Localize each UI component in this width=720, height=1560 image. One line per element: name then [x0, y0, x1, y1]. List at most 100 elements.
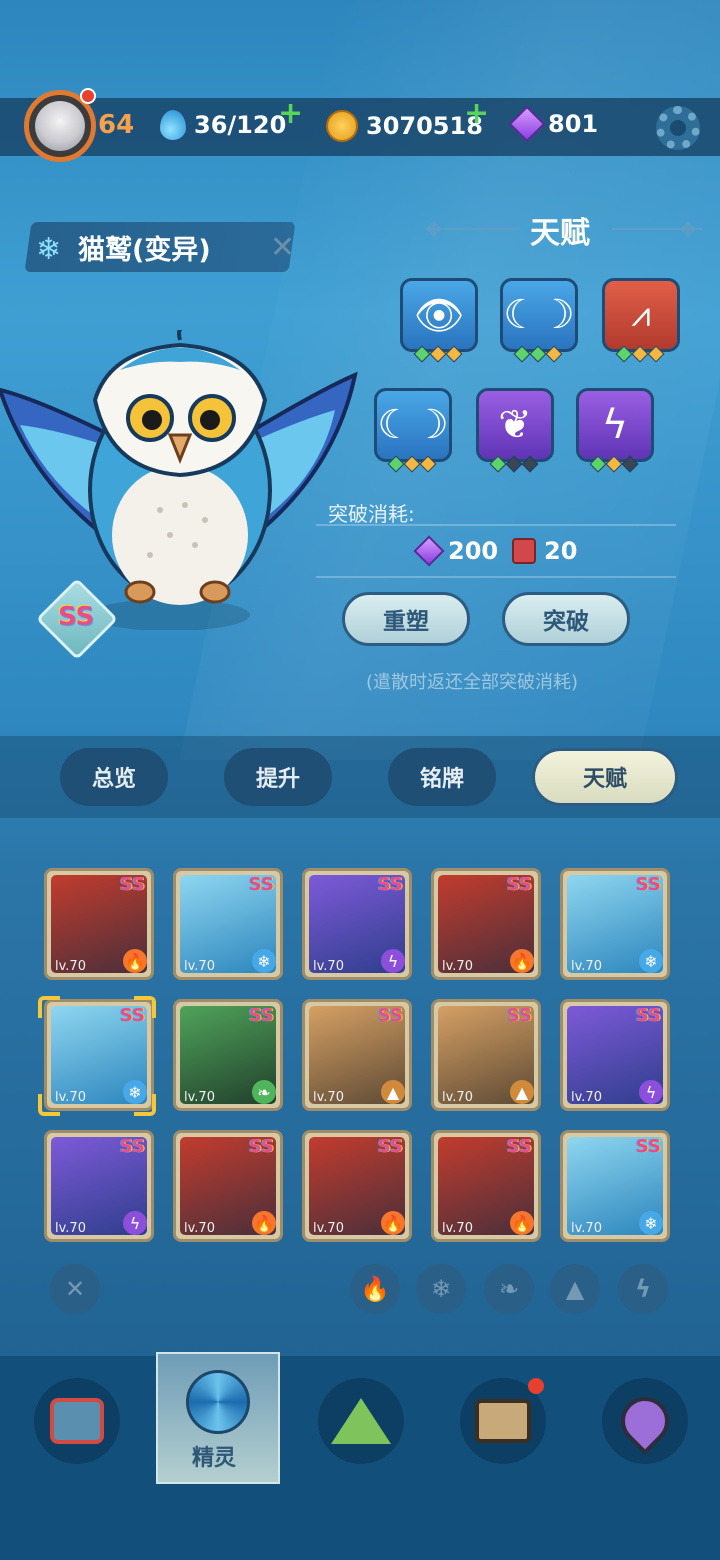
gem-value: 801 [548, 110, 599, 138]
tab-overview[interactable]: 总览 [60, 748, 168, 806]
skill-pips [589, 455, 639, 473]
filter-leaf-button[interactable]: ❧ [484, 1264, 534, 1314]
divider [316, 524, 676, 526]
gem-cost-value: 200 [448, 537, 499, 565]
talent-skill-bolt[interactable]: ϟ [576, 388, 654, 462]
clear-filter-button[interactable]: ✕ [50, 1264, 100, 1314]
spirit-level: lv.70 [571, 959, 602, 974]
mountain-icon [331, 1398, 391, 1444]
stamina-resource[interactable]: 36/120 + [160, 96, 303, 140]
rank-badge: SS [248, 874, 274, 895]
settings-gear-icon[interactable] [656, 106, 700, 150]
divider [316, 576, 676, 578]
spirit-card-purple-dragon[interactable]: SS lv.70 ϟ [44, 1130, 154, 1242]
reset-button[interactable]: 重塑 [342, 592, 470, 646]
spirit-card-red-dragon-2[interactable]: SS lv.70 🔥 [431, 1130, 541, 1242]
selection-corner [38, 996, 60, 1018]
spirit-level: lv.70 [184, 959, 215, 974]
ice-element-icon: ❄ [639, 1211, 663, 1235]
talent-skill-moons-2[interactable]: ☾☽ [374, 388, 452, 462]
spirit-card-crane[interactable]: SS lv.70 ❄ [173, 868, 283, 980]
spirit-card-red-dragon[interactable]: SS lv.70 🔥 [431, 868, 541, 980]
ornament-left-icon: ❖ [424, 218, 444, 243]
avatar-face [35, 101, 85, 151]
rank-badge: SS [635, 1005, 661, 1026]
talent-skill-wings[interactable]: ❦ [476, 388, 554, 462]
add-coins-icon[interactable]: + [464, 96, 489, 131]
purple-gem-icon [413, 535, 445, 567]
water-drop-icon [160, 110, 186, 140]
spirit-level: lv.70 [313, 959, 344, 974]
gem-cost: 200 [413, 535, 499, 567]
purple-gem-icon [508, 105, 546, 143]
spirit-name: 猫鹫(变异) [78, 235, 211, 266]
bolt-element-icon: ϟ [381, 949, 405, 973]
location-pin-icon [611, 1387, 679, 1455]
coin-resource[interactable]: 3070518 + [326, 96, 489, 142]
tab-talent[interactable]: 天赋 [532, 748, 678, 806]
book-cost: 20 [512, 537, 577, 565]
talent-skill-fang[interactable]: ⩘ [602, 278, 680, 352]
bolt-element-icon: ϟ [123, 1211, 147, 1235]
talent-skill-eye[interactable]: 👁 [400, 278, 478, 352]
player-level: 64 [98, 110, 135, 140]
spirit-level: lv.70 [313, 1221, 344, 1236]
spirit-card-ice-rabbit[interactable]: SS lv.70 ❄ [560, 868, 670, 980]
talent-skill-moons[interactable]: ☾☽ [500, 278, 578, 352]
spirit-card-clay-mask[interactable]: SS lv.70 ▲ [302, 999, 412, 1111]
talent-book-icon [512, 538, 536, 564]
nav-spirits-label[interactable]: 精灵 [192, 1440, 236, 1472]
spirit-card-fire-imp[interactable]: SS lv.70 🔥 [173, 1130, 283, 1242]
rock-element-icon: ▲ [510, 1080, 534, 1104]
selection-corner [38, 1094, 60, 1116]
book-cost-value: 20 [544, 537, 578, 565]
fire-icon: 🔥 [360, 1275, 390, 1303]
nav-location[interactable] [602, 1378, 688, 1464]
rank-badge: SS [506, 1005, 532, 1026]
spirits-aperture-icon[interactable] [186, 1370, 250, 1434]
spirit-card-hooded-leaf[interactable]: SS lv.70 ❧ [173, 999, 283, 1111]
spirit-level: lv.70 [571, 1221, 602, 1236]
gem-resource[interactable]: 801 [508, 105, 599, 143]
filter-ice-button[interactable]: ❄ [416, 1264, 466, 1314]
moons-icon: ☾☽ [503, 292, 575, 338]
moons-icon: ☾☽ [377, 402, 449, 448]
skill-pips [413, 345, 463, 363]
spirit-card-bull-demon[interactable]: SS lv.70 🔥 [44, 868, 154, 980]
spirit-level: lv.70 [184, 1221, 215, 1236]
owl-spirit-illustration [0, 330, 358, 630]
fire-element-icon: 🔥 [381, 1211, 405, 1235]
rank-badge: SS [506, 1136, 532, 1157]
spirit-card-jellyfish[interactable]: SS lv.70 ϟ [302, 868, 412, 980]
filter-bolt-button[interactable]: ϟ [618, 1264, 668, 1314]
leaf-element-icon: ❧ [252, 1080, 276, 1104]
snowflake-icon: ❄ [430, 1275, 452, 1303]
filter-fire-button[interactable]: 🔥 [350, 1264, 400, 1314]
ice-element-icon: ❄ [252, 949, 276, 973]
fire-element-icon: 🔥 [123, 949, 147, 973]
nav-device[interactable] [34, 1378, 120, 1464]
breakthrough-button[interactable]: 突破 [502, 592, 630, 646]
spirit-level: lv.70 [55, 1221, 86, 1236]
filter-rock-button[interactable]: ▲ [550, 1264, 600, 1314]
tab-nameplate[interactable]: 铭牌 [388, 748, 496, 806]
nav-map[interactable] [318, 1378, 404, 1464]
selection-corner [134, 996, 156, 1018]
spirit-card-purple-cat[interactable]: SS lv.70 ϟ [560, 999, 670, 1111]
rank-badge: SS [377, 874, 403, 895]
skill-pips [387, 455, 437, 473]
eye-icon: 👁 [413, 292, 465, 339]
skill-pips [615, 345, 665, 363]
tab-upgrade[interactable]: 提升 [224, 748, 332, 806]
chest-icon [475, 1399, 531, 1443]
spirit-card-ice-rabbit-2[interactable]: SS lv.70 ❄ [560, 1130, 670, 1242]
rank-badge: SS [377, 1136, 403, 1157]
spirit-card-horned-blob[interactable]: SS lv.70 🔥 [302, 1130, 412, 1242]
spirit-level: lv.70 [442, 959, 473, 974]
fang-icon: ⩘ [631, 295, 651, 335]
bolt-element-icon: ϟ [639, 1080, 663, 1104]
rank-badge: SS [635, 1136, 661, 1157]
add-stamina-icon[interactable]: + [278, 96, 303, 131]
spirit-card-skull-beast[interactable]: SS lv.70 ▲ [431, 999, 541, 1111]
close-icon[interactable]: ✕ [270, 230, 295, 265]
